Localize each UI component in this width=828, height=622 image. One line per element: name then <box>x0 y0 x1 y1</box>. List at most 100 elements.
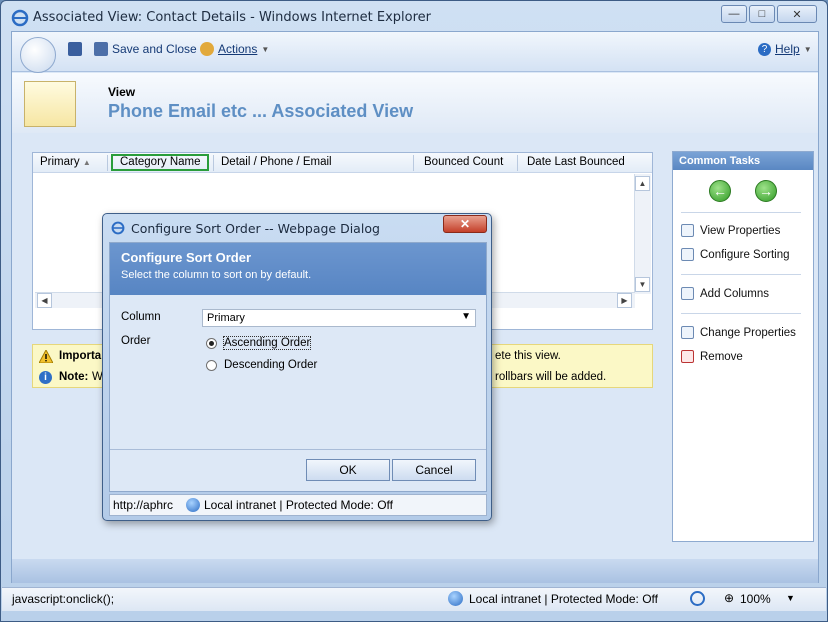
column-divider <box>107 155 108 171</box>
minimize-button[interactable]: — <box>721 5 747 23</box>
sort-ascending-icon: ▲ <box>82 158 91 167</box>
form-toolbar: Save and Close Actions ▼ ? Help ▼ <box>12 32 818 73</box>
column-divider <box>413 155 414 171</box>
task-view-properties[interactable]: View Properties <box>681 224 780 237</box>
radio-button[interactable] <box>206 360 217 371</box>
add-columns-icon <box>681 287 694 300</box>
form-header: View Phone Email etc ... Associated View <box>12 73 818 133</box>
help-icon: ? <box>758 42 771 56</box>
save-and-close-button[interactable]: Save and Close <box>94 42 197 56</box>
chevron-down-icon: ▼ <box>261 44 270 54</box>
save-close-icon <box>94 42 108 56</box>
task-label: Configure Sorting <box>700 248 790 261</box>
column-select[interactable]: Primary ▼ <box>202 309 476 327</box>
divider <box>110 449 486 450</box>
zoom-icon: ⊕ <box>724 591 735 605</box>
task-label: Add Columns <box>700 287 770 300</box>
radio-button[interactable] <box>206 338 217 349</box>
warning-icon <box>38 348 54 364</box>
window-title: Associated View: Contact Details - Windo… <box>33 10 432 25</box>
column-label: Column <box>121 311 161 323</box>
page-title: Phone Email etc ... Associated View <box>108 101 414 121</box>
footer-strip <box>12 559 818 583</box>
zoom-level[interactable]: 100% <box>740 592 771 606</box>
scroll-up-icon[interactable]: ▲ <box>635 176 650 191</box>
note-text: rollbars will be added. <box>495 371 607 383</box>
dialog-heading: Configure Sort Order <box>121 250 252 265</box>
actions-label: Actions <box>218 42 258 56</box>
info-icon: i <box>39 371 52 384</box>
help-menu[interactable]: ? Help ▼ <box>758 42 812 56</box>
chevron-down-icon[interactable]: ▼ <box>786 593 795 603</box>
scroll-right-icon[interactable]: ▶ <box>617 293 632 308</box>
ascending-radio[interactable]: Ascending Order <box>206 336 406 353</box>
sort-icon <box>681 248 694 261</box>
task-change-properties[interactable]: Change Properties <box>681 326 796 339</box>
column-header-category-name[interactable]: Category Name <box>120 156 201 168</box>
dialog-status-bar: http://aphrc Local intranet | Protected … <box>109 494 487 516</box>
column-header-detail[interactable]: Detail / Phone / Email <box>221 156 332 168</box>
column-select-value: Primary <box>207 312 245 324</box>
crm-logo <box>20 37 56 73</box>
dialog-subheading: Select the column to sort on by default. <box>121 269 312 281</box>
divider <box>681 313 801 314</box>
important-text: ete this view. <box>495 350 561 362</box>
entity-label: View <box>108 85 136 99</box>
scroll-down-icon[interactable]: ▼ <box>635 277 650 292</box>
help-label: Help <box>775 42 800 56</box>
dialog-close-button[interactable]: ✕ <box>443 215 487 233</box>
properties-icon <box>681 224 694 237</box>
actions-menu[interactable]: Actions ▼ <box>200 42 269 56</box>
grid-header: Primary ▲ Category Name Detail / Phone /… <box>33 153 652 173</box>
protected-mode-icon[interactable] <box>690 591 705 606</box>
common-tasks-pane: Common Tasks ← → View Properties Configu… <box>672 151 814 542</box>
divider <box>681 212 801 213</box>
task-label: Change Properties <box>700 326 796 339</box>
chevron-down-icon: ▼ <box>803 44 812 54</box>
column-header-bounced-count[interactable]: Bounced Count <box>424 156 503 168</box>
dialog-banner: Configure Sort Order Select the column t… <box>110 243 486 295</box>
task-remove[interactable]: Remove <box>681 350 743 363</box>
arrow-right-icon[interactable]: → <box>755 180 777 202</box>
ok-button[interactable]: OK <box>306 459 390 481</box>
arrow-left-icon[interactable]: ← <box>709 180 731 202</box>
status-text: javascript:onclick(); <box>12 592 115 606</box>
column-header-label: Primary <box>40 156 80 168</box>
common-tasks-title: Common Tasks <box>673 152 813 170</box>
task-label: Remove <box>700 350 743 363</box>
task-add-columns[interactable]: Add Columns <box>681 287 769 300</box>
task-label: View Properties <box>700 224 781 237</box>
save-and-close-label: Save and Close <box>112 42 197 56</box>
important-label: Importa <box>59 350 102 362</box>
view-entity-icon <box>24 81 76 127</box>
close-window-button[interactable]: ✕ <box>777 5 817 23</box>
column-header-primary[interactable]: Primary ▲ <box>40 156 91 168</box>
status-bar: javascript:onclick(); Local intranet | P… <box>2 587 826 611</box>
divider <box>681 274 801 275</box>
save-button[interactable] <box>68 42 82 56</box>
column-header-date-last-bounced[interactable]: Date Last Bounced <box>527 156 625 168</box>
dialog-body: Configure Sort Order Select the column t… <box>109 242 487 492</box>
note-label: Note: <box>59 371 89 383</box>
vertical-scrollbar[interactable]: ▲ ▼ <box>634 174 651 294</box>
order-label: Order <box>121 335 151 347</box>
security-zone: Local intranet | Protected Mode: Off <box>469 592 658 606</box>
chevron-down-icon: ▼ <box>461 311 471 322</box>
remove-icon <box>681 350 694 363</box>
dialog-security-zone: Local intranet | Protected Mode: Off <box>204 498 393 512</box>
dialog-title: Configure Sort Order -- Webpage Dialog <box>131 221 380 236</box>
globe-icon <box>186 498 200 512</box>
dialog-status-url: http://aphrc <box>113 498 174 512</box>
window-controls: — □ ✕ <box>721 5 817 23</box>
maximize-button[interactable]: □ <box>749 5 775 23</box>
configure-sort-dialog: Configure Sort Order -- Webpage Dialog ✕… <box>102 213 492 521</box>
internet-explorer-icon <box>111 221 125 235</box>
ascending-label: Ascending Order <box>222 336 312 350</box>
scroll-left-icon[interactable]: ◀ <box>37 293 52 308</box>
descending-radio[interactable]: Descending Order <box>206 359 406 375</box>
column-divider <box>517 155 518 171</box>
change-properties-icon <box>681 326 694 339</box>
task-configure-sorting[interactable]: Configure Sorting <box>681 248 790 261</box>
descending-label: Descending Order <box>224 359 318 371</box>
cancel-button[interactable]: Cancel <box>392 459 476 481</box>
